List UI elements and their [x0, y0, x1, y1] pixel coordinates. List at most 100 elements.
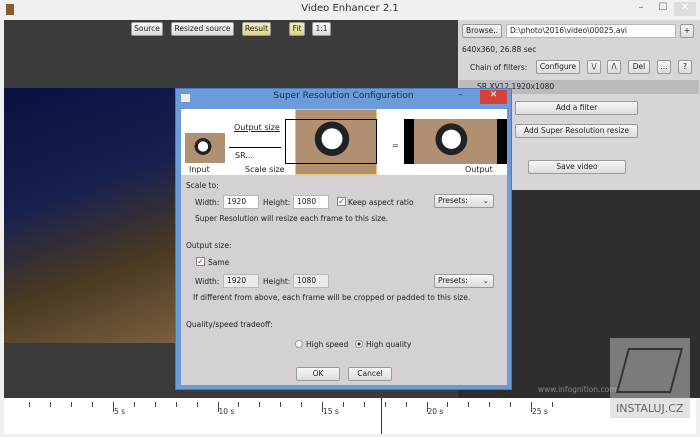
timeline-tick [154, 402, 156, 407]
out-height-input[interactable]: 1080 [293, 274, 329, 288]
add-filter-button[interactable]: Add a filter [515, 101, 638, 115]
delete-button[interactable]: Del [628, 60, 650, 74]
timeline-tick [71, 402, 73, 407]
result-button[interactable]: Result [242, 22, 271, 36]
output-image [404, 119, 507, 164]
help-button[interactable]: ? [678, 60, 692, 74]
logo-text: INSTALUJ.CZ [616, 402, 684, 415]
out-width-label: Width: [195, 277, 220, 286]
add-sr-resize-button[interactable]: Add Super Resolution resize [515, 124, 638, 138]
timeline-tick [342, 402, 344, 407]
arrow-icon [229, 147, 281, 148]
input-image [185, 133, 225, 163]
video-frame [4, 88, 178, 343]
add-file-button[interactable]: + [680, 24, 694, 38]
scale-width-input[interactable]: 1920 [223, 195, 259, 209]
fit-button[interactable]: Fit [289, 22, 305, 36]
sr-config-dialog: Super Resolution Configuration – ✕ Input… [175, 88, 512, 390]
diagram-strip: Input Output size SR... Scale size = Out… [181, 109, 507, 175]
out-height-label: Height: [263, 277, 291, 286]
watermark: www.infognition.com [538, 385, 617, 394]
timeline-tick [363, 402, 365, 407]
timeline-tick [551, 402, 553, 407]
dialog-body: Scale to: Width: 1920 Height: 1080 ✓ Kee… [181, 175, 507, 385]
high-quality-label: High quality [366, 340, 412, 349]
out-width-input[interactable]: 1920 [223, 274, 259, 288]
move-up-button[interactable]: /\ [607, 60, 621, 74]
equals-sign: = [392, 141, 399, 150]
high-speed-label: High speed [306, 340, 349, 349]
timeline-tick [468, 402, 470, 407]
presets-label: Presets: [438, 196, 468, 205]
timeline-tick [196, 402, 198, 407]
width-label: Width: [195, 198, 220, 207]
crop-frame [285, 119, 377, 164]
timeline-label: 25 s [532, 407, 548, 416]
height-label: Height: [263, 198, 291, 207]
maximize-button[interactable]: ☐ [652, 2, 674, 16]
title-bar: Video Enhancer 2.1 – ☐ ✕ [0, 0, 700, 20]
video-info: 640x360, 26.88 sec [462, 45, 537, 54]
browse-button[interactable]: Browse.. [462, 24, 502, 38]
scale-height-input[interactable]: 1080 [293, 195, 329, 209]
dialog-close-button[interactable]: ✕ [480, 90, 507, 104]
timeline-tick [29, 402, 31, 407]
sr-label: SR... [235, 151, 253, 160]
timeline-tick [489, 402, 491, 407]
file-path-input[interactable]: D:\photo\2016\video\00025.avi [506, 24, 676, 38]
high-quality-radio[interactable] [355, 340, 363, 348]
timeline-tick [280, 402, 282, 407]
keep-aspect-checkbox[interactable]: ✓ [337, 197, 346, 206]
ok-button[interactable]: OK [296, 367, 340, 381]
timeline-tick [301, 402, 303, 407]
timeline-tick [259, 402, 261, 407]
chevron-down-icon: ⌄ [482, 196, 489, 205]
output-size-label: Output size [234, 123, 280, 132]
output-label: Output [465, 165, 493, 174]
timeline-tick [92, 402, 94, 407]
cancel-button[interactable]: Cancel [348, 367, 392, 381]
logo-mark-icon [615, 348, 684, 393]
timeline-tick [133, 402, 135, 407]
configure-button[interactable]: Configure [536, 60, 580, 74]
scale-note: Super Resolution will resize each frame … [195, 214, 389, 223]
minimize-button[interactable]: – [630, 2, 652, 16]
timeline-label: 15 s [323, 407, 339, 416]
timeline-label: 5 s [114, 407, 126, 416]
timeline[interactable]: 5 s 10 s 15 s 20 s 25 s [4, 398, 696, 434]
chain-label: Chain of filters: [470, 63, 528, 72]
output-presets-select[interactable]: Presets: ⌄ [434, 274, 494, 288]
timeline-label: 20 s [427, 407, 444, 416]
timeline-tick [447, 402, 449, 407]
timeline-tick [50, 402, 52, 407]
source-button[interactable]: Source [131, 22, 163, 36]
scale-to-label: Scale to: [186, 181, 219, 190]
close-button[interactable]: ✕ [674, 2, 696, 16]
app-title: Video Enhancer 2.1 [301, 3, 399, 14]
playhead[interactable] [380, 398, 382, 434]
resized-source-button[interactable]: Resized source [171, 22, 234, 36]
timeline-tick [405, 402, 407, 407]
instaluj-logo: INSTALUJ.CZ [610, 338, 690, 418]
same-label: Same [208, 258, 230, 267]
keep-aspect-label: Keep aspect ratio [348, 198, 414, 207]
save-video-button[interactable]: Save video [528, 160, 626, 174]
one-to-one-button[interactable]: 1:1 [312, 22, 331, 36]
quality-label: Quality/speed tradeoff: [186, 320, 273, 329]
scale-size-label: Scale size [245, 165, 285, 174]
timeline-tick [510, 402, 512, 407]
chevron-down-icon: ⌄ [482, 276, 489, 285]
output-note: If different from above, each frame will… [193, 293, 471, 302]
timeline-tick [175, 402, 177, 407]
scale-presets-select[interactable]: Presets: ⌄ [434, 194, 494, 208]
timeline-tick [384, 402, 386, 407]
input-label: Input [189, 165, 210, 174]
high-speed-radio[interactable] [295, 340, 303, 348]
output-size-heading: Output size: [186, 241, 232, 250]
dialog-minimize-button[interactable]: – [458, 90, 482, 100]
more-button[interactable]: ... [657, 60, 671, 74]
timeline-label: 10 s [218, 407, 235, 416]
move-down-button[interactable]: \/ [587, 60, 601, 74]
same-checkbox[interactable]: ✓ [196, 257, 205, 266]
presets-label: Presets: [438, 276, 468, 285]
